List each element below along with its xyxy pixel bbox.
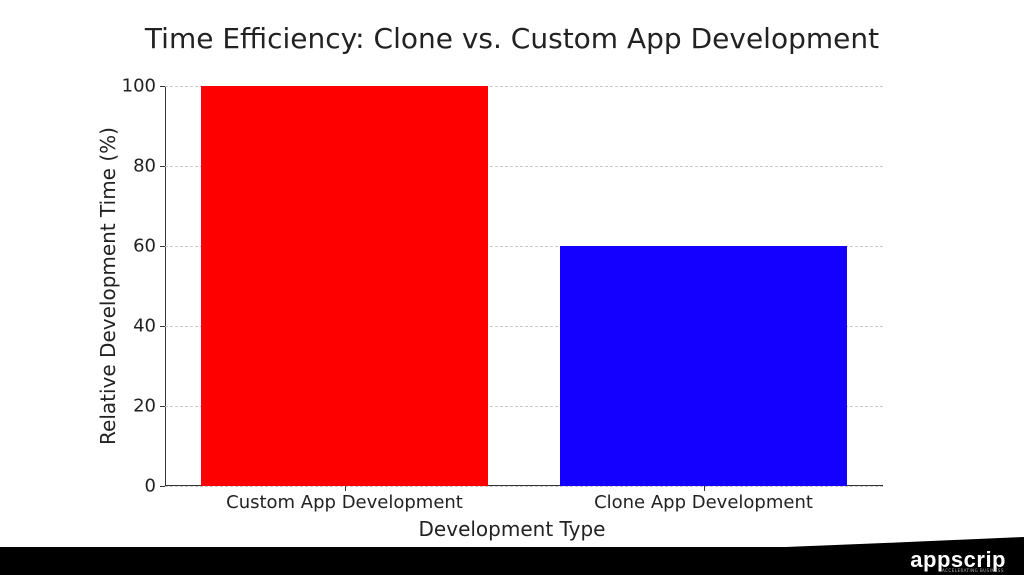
bar xyxy=(560,246,847,486)
gridline xyxy=(165,486,883,487)
chart-container: Time Efficiency: Clone vs. Custom App De… xyxy=(0,0,1024,575)
y-tick-mark xyxy=(160,166,165,167)
brand-tagline: ACCELERATING BUSINESS xyxy=(942,568,1004,573)
y-tick-mark xyxy=(160,406,165,407)
y-tick-mark xyxy=(160,326,165,327)
y-tick-label: 0 xyxy=(106,476,156,497)
y-tick-mark xyxy=(160,486,165,487)
y-tick-mark xyxy=(160,86,165,87)
plot-area xyxy=(165,86,883,486)
y-tick-label: 100 xyxy=(106,76,156,97)
y-axis-spine xyxy=(165,86,166,486)
y-tick-label: 40 xyxy=(106,316,156,337)
x-tick-mark xyxy=(345,486,346,491)
chart-title: Time Efficiency: Clone vs. Custom App De… xyxy=(0,22,1024,55)
footer-bar xyxy=(0,547,1024,575)
x-tick-label: Clone App Development xyxy=(594,492,813,513)
bar xyxy=(201,86,488,486)
y-tick-label: 20 xyxy=(106,396,156,417)
x-tick-label: Custom App Development xyxy=(226,492,463,513)
y-tick-label: 80 xyxy=(106,156,156,177)
y-tick-label: 60 xyxy=(106,236,156,257)
x-tick-mark xyxy=(704,486,705,491)
y-tick-mark xyxy=(160,246,165,247)
